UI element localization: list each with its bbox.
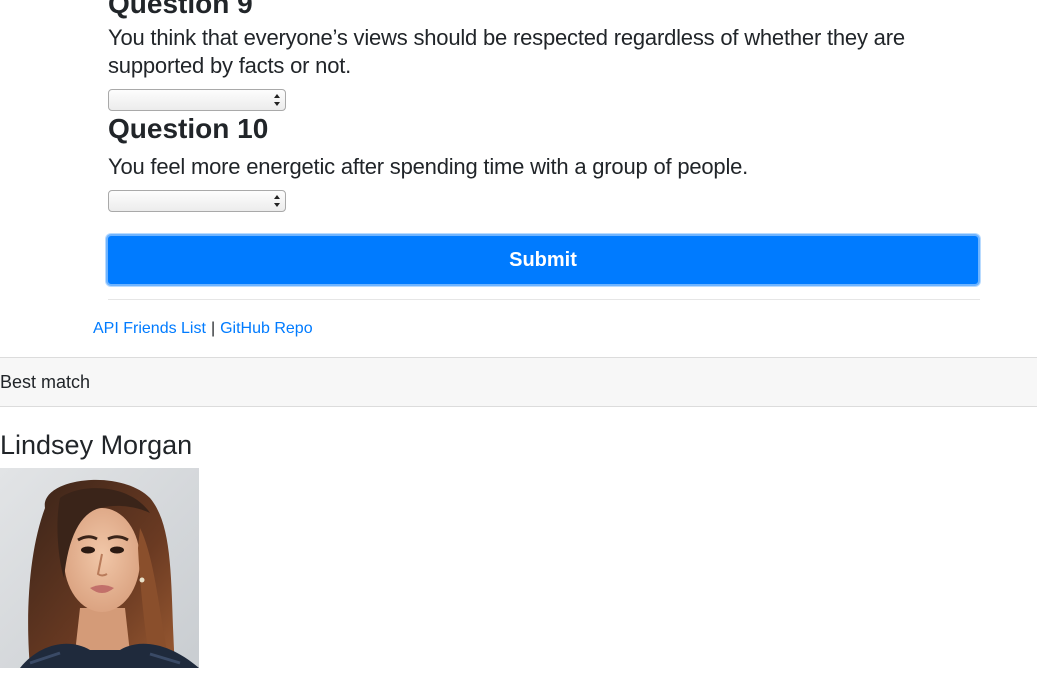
- divider: [108, 299, 980, 300]
- api-friends-list-link[interactable]: API Friends List: [93, 320, 206, 337]
- survey-page: Question 9 You think that everyone’s vie…: [0, 0, 1037, 687]
- question-10-text: You feel more energetic after spending t…: [108, 154, 749, 179]
- submit-button[interactable]: Submit: [106, 234, 980, 286]
- question-10-select[interactable]: [108, 190, 286, 212]
- question-9-select[interactable]: [108, 89, 286, 111]
- select-arrows-icon: [274, 94, 280, 106]
- question-9-heading: Question 9: [108, 0, 253, 19]
- link-separator: |: [210, 320, 216, 337]
- footer-links: API Friends List | GitHub Repo: [93, 319, 313, 339]
- select-arrows-icon: [274, 195, 280, 207]
- best-match-header: Best match: [0, 357, 1037, 407]
- question-10-heading: Question 10: [108, 113, 269, 144]
- match-name: Lindsey Morgan: [0, 430, 193, 460]
- github-repo-link[interactable]: GitHub Repo: [220, 320, 313, 337]
- question-9-text: You think that everyone’s views should b…: [108, 25, 905, 78]
- person-photo-icon: [0, 468, 199, 668]
- match-photo: [0, 468, 199, 668]
- best-match-title: Best match: [0, 372, 91, 392]
